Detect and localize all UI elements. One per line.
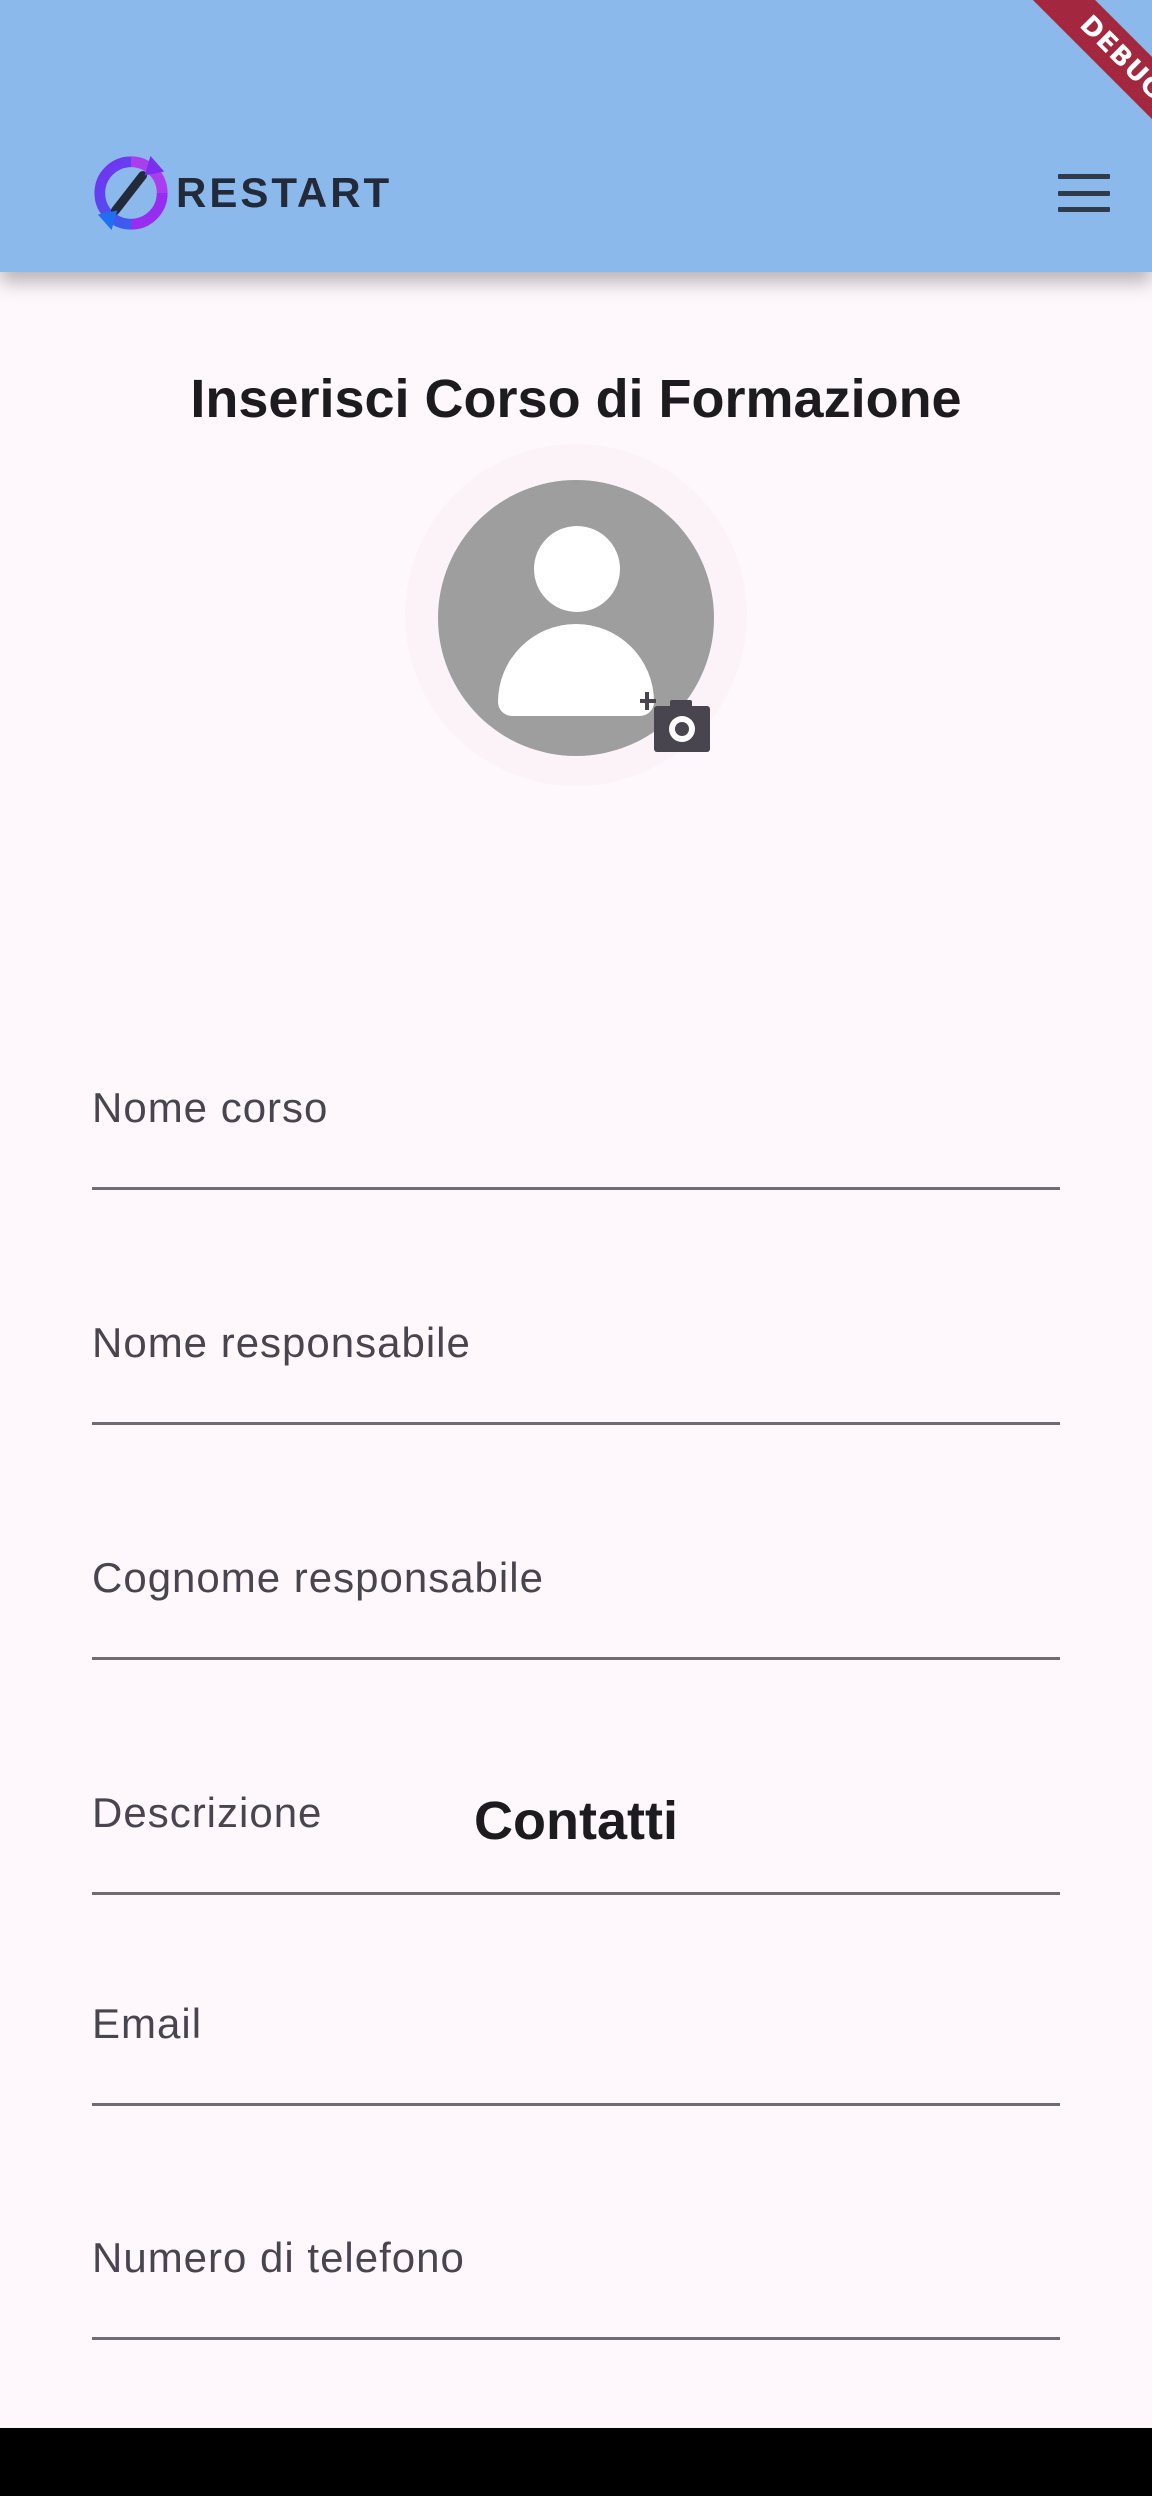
phone-input[interactable]	[92, 2190, 1060, 2340]
app-logo[interactable]: RESTART	[92, 154, 392, 232]
person-placeholder-icon	[534, 526, 620, 612]
restart-sync-icon	[94, 155, 168, 231]
manager-last-name-field[interactable]: Cognome responsabile	[92, 1510, 1060, 1660]
manager-first-name-input[interactable]	[92, 1275, 1060, 1425]
course-name-input[interactable]	[92, 1040, 1060, 1190]
system-navigation-bar	[0, 2428, 1152, 2496]
manager-last-name-input[interactable]	[92, 1510, 1060, 1660]
page-title: Inserisci Corso di Formazione	[190, 369, 962, 429]
manager-first-name-field[interactable]: Nome responsabile	[92, 1275, 1060, 1425]
contacts-section-title: Contatti	[474, 1791, 678, 1851]
course-name-field[interactable]: Nome corso	[92, 1040, 1060, 1190]
debug-ribbon: DEBUG	[1000, 0, 1152, 180]
add-photo-camera-icon[interactable]	[640, 692, 712, 756]
email-field[interactable]: Email	[92, 1956, 1060, 2106]
logo-text: RESTART	[176, 169, 393, 216]
debug-banner: DEBUG	[952, 0, 1152, 200]
phone-field[interactable]: Numero di telefono	[92, 2190, 1060, 2340]
email-input[interactable]	[92, 1956, 1060, 2106]
